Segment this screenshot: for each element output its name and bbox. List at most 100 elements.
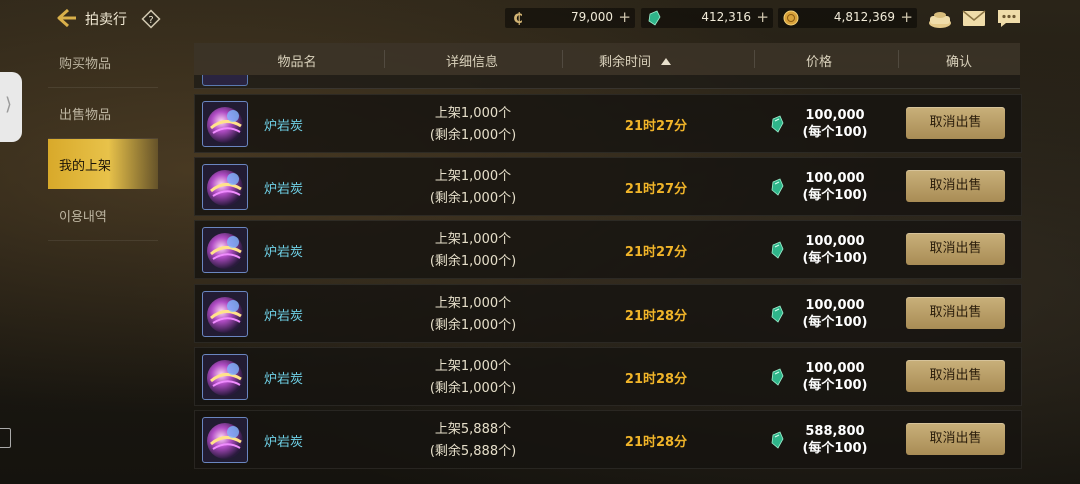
remaining-time: 21时27分 <box>624 245 688 261</box>
lava-charcoal-orb-icon[interactable] <box>202 227 248 274</box>
green-gem-icon <box>771 115 784 133</box>
remaining-time: 21时27分 <box>624 119 688 134</box>
currency-coin-c: ₵ 79,000 + <box>505 8 635 28</box>
column-header-price: 价格 <box>805 55 832 70</box>
help-icon[interactable]: ? <box>141 9 161 29</box>
item-name[interactable]: 炉岩炭 <box>264 241 303 260</box>
add-currency-button[interactable]: + <box>900 8 913 26</box>
price-block: 100,000 (每个100) <box>790 360 880 394</box>
price-block: 100,000 (每个100) <box>790 107 880 141</box>
total-price: 100,000 <box>805 297 865 313</box>
table-row: 炉岩炭 上架1,000个 (剩余1,000个) 21时27分 100,000 (… <box>194 157 1022 217</box>
remaining-time: 21时28分 <box>624 435 688 450</box>
column-header-name: 物品名 <box>277 55 317 70</box>
side-drawer-handle[interactable]: ⟩ <box>0 72 22 142</box>
unit-price: (每个100) <box>802 314 868 330</box>
cancel-listing-button[interactable]: 取消出售 <box>906 233 1005 266</box>
item-name[interactable]: 炉岩炭 <box>264 115 303 134</box>
sidebar-item-label: 我的上架 <box>59 159 112 174</box>
column-header-time[interactable]: 剩余时间 <box>599 51 709 70</box>
column-divider <box>384 50 385 68</box>
table-row-partial <box>194 75 1020 89</box>
table-row: 炉岩炭 上架5,888个 (剩余5,888个) 21时28分 588,800 (… <box>194 410 1022 469</box>
item-name[interactable]: 炉岩炭 <box>264 368 303 387</box>
listed-quantity: 上架1,000个 <box>434 169 512 185</box>
total-price: 100,000 <box>805 234 865 250</box>
green-gem-icon <box>648 10 661 26</box>
back-arrow-icon[interactable] <box>54 7 78 29</box>
table-row: 炉岩炭 上架1,000个 (剩余1,000个) 21时28分 100,000 (… <box>194 346 1022 406</box>
sort-ascending-icon <box>661 58 672 65</box>
lava-charcoal-orb-icon[interactable] <box>202 353 248 400</box>
cancel-listing-button[interactable]: 取消出售 <box>906 359 1005 392</box>
price-block: 588,800 (每个100) <box>790 423 880 457</box>
add-currency-button[interactable]: + <box>756 8 769 26</box>
item-name[interactable]: 炉岩炭 <box>264 178 303 197</box>
listing-detail: 上架1,000个 (剩余1,000个) <box>413 229 533 273</box>
table-row: 炉岩炭 上架1,000个 (剩余1,000个) 21时27分 100,000 (… <box>194 94 1022 153</box>
column-header-time-label: 剩余时间 <box>599 55 652 70</box>
cancel-listing-button[interactable]: 取消出售 <box>906 423 1005 455</box>
sidebar-item-my-listings[interactable]: 我的上架 <box>48 139 158 189</box>
green-gem-icon <box>771 431 784 449</box>
storage-bag-icon[interactable] <box>927 7 953 29</box>
currency-value: 4,812,369 <box>833 10 895 24</box>
listed-quantity: 上架1,000个 <box>434 295 512 311</box>
column-divider <box>754 50 755 68</box>
lava-charcoal-orb-icon[interactable] <box>202 164 248 211</box>
price-block: 100,000 (每个100) <box>790 233 880 267</box>
listing-detail: 上架1,000个 (剩余1,000个) <box>413 293 533 337</box>
remaining-time: 21时28分 <box>624 371 688 387</box>
total-price: 100,000 <box>805 108 865 123</box>
unit-price: (每个100) <box>802 441 868 456</box>
sidebar-item-history[interactable]: 이용내역 <box>48 190 158 241</box>
green-gem-icon <box>771 241 784 260</box>
top-bar: 拍卖行 ? ₵ 79,000 + 412,316 + 4,812,369 + <box>0 0 1080 38</box>
item-icon <box>202 75 248 86</box>
listed-quantity: 上架1,000个 <box>434 106 512 121</box>
coin-c-icon: ₵ <box>513 11 523 26</box>
listing-detail: 上架1,000个 (剩余1,000个) <box>413 103 533 147</box>
cancel-listing-button[interactable]: 取消出售 <box>906 170 1005 203</box>
green-gem-icon <box>771 368 784 386</box>
lava-charcoal-orb-icon[interactable] <box>202 290 248 337</box>
green-gem-icon <box>771 305 784 323</box>
lava-charcoal-orb-icon[interactable] <box>202 101 248 147</box>
listed-quantity: 上架1,000个 <box>434 232 512 248</box>
chat-icon[interactable] <box>996 7 1022 29</box>
price-block: 100,000 (每个100) <box>790 297 880 331</box>
listing-detail: 上架5,888个 (剩余5,888个) <box>413 419 533 463</box>
remaining-quantity: (剩余1,000个) <box>429 128 517 143</box>
price-block: 100,000 (每个100) <box>790 170 880 204</box>
sidebar-item-sell[interactable]: 出售物品 <box>48 88 158 139</box>
sidebar-item-label: 이용내역 <box>59 210 107 225</box>
remaining-quantity: (剩余1,000个) <box>429 254 517 270</box>
remaining-quantity: (剩余1,000个) <box>429 380 517 396</box>
currency-value: 412,316 <box>701 10 751 24</box>
currency-gold-coin: 4,812,369 + <box>778 8 917 28</box>
chevron-right-icon: ⟩ <box>5 94 13 115</box>
column-header-confirm: 确认 <box>945 55 972 70</box>
item-name[interactable]: 炉岩炭 <box>264 431 303 450</box>
remaining-quantity: (剩余1,000个) <box>429 191 517 207</box>
svg-text:₵: ₵ <box>513 11 523 26</box>
listing-detail: 上架1,000个 (剩余1,000个) <box>413 356 533 400</box>
lava-charcoal-orb-icon[interactable] <box>202 417 248 463</box>
column-divider <box>898 50 899 68</box>
mail-icon[interactable] <box>961 7 987 29</box>
column-header-detail: 详细信息 <box>445 55 498 70</box>
remaining-quantity: (剩余1,000个) <box>429 317 517 333</box>
total-price: 100,000 <box>805 171 865 187</box>
item-name[interactable]: 炉岩炭 <box>264 305 303 324</box>
sidebar-item-buy[interactable]: 购买物品 <box>48 37 158 88</box>
listed-quantity: 上架1,000个 <box>434 358 512 374</box>
cancel-listing-button[interactable]: 取消出售 <box>906 296 1005 329</box>
unit-price: (每个100) <box>802 377 868 393</box>
unit-price: (每个100) <box>802 125 868 140</box>
overlay-toggle[interactable] <box>0 428 11 448</box>
currency-value: 79,000 <box>571 10 613 24</box>
table-row: 炉岩炭 上架1,000个 (剩余1,000个) 21时27分 100,000 (… <box>194 220 1022 280</box>
remaining-quantity: (剩余5,888个) <box>429 444 517 459</box>
cancel-listing-button[interactable]: 取消出售 <box>906 107 1005 139</box>
add-currency-button[interactable]: + <box>618 8 631 26</box>
